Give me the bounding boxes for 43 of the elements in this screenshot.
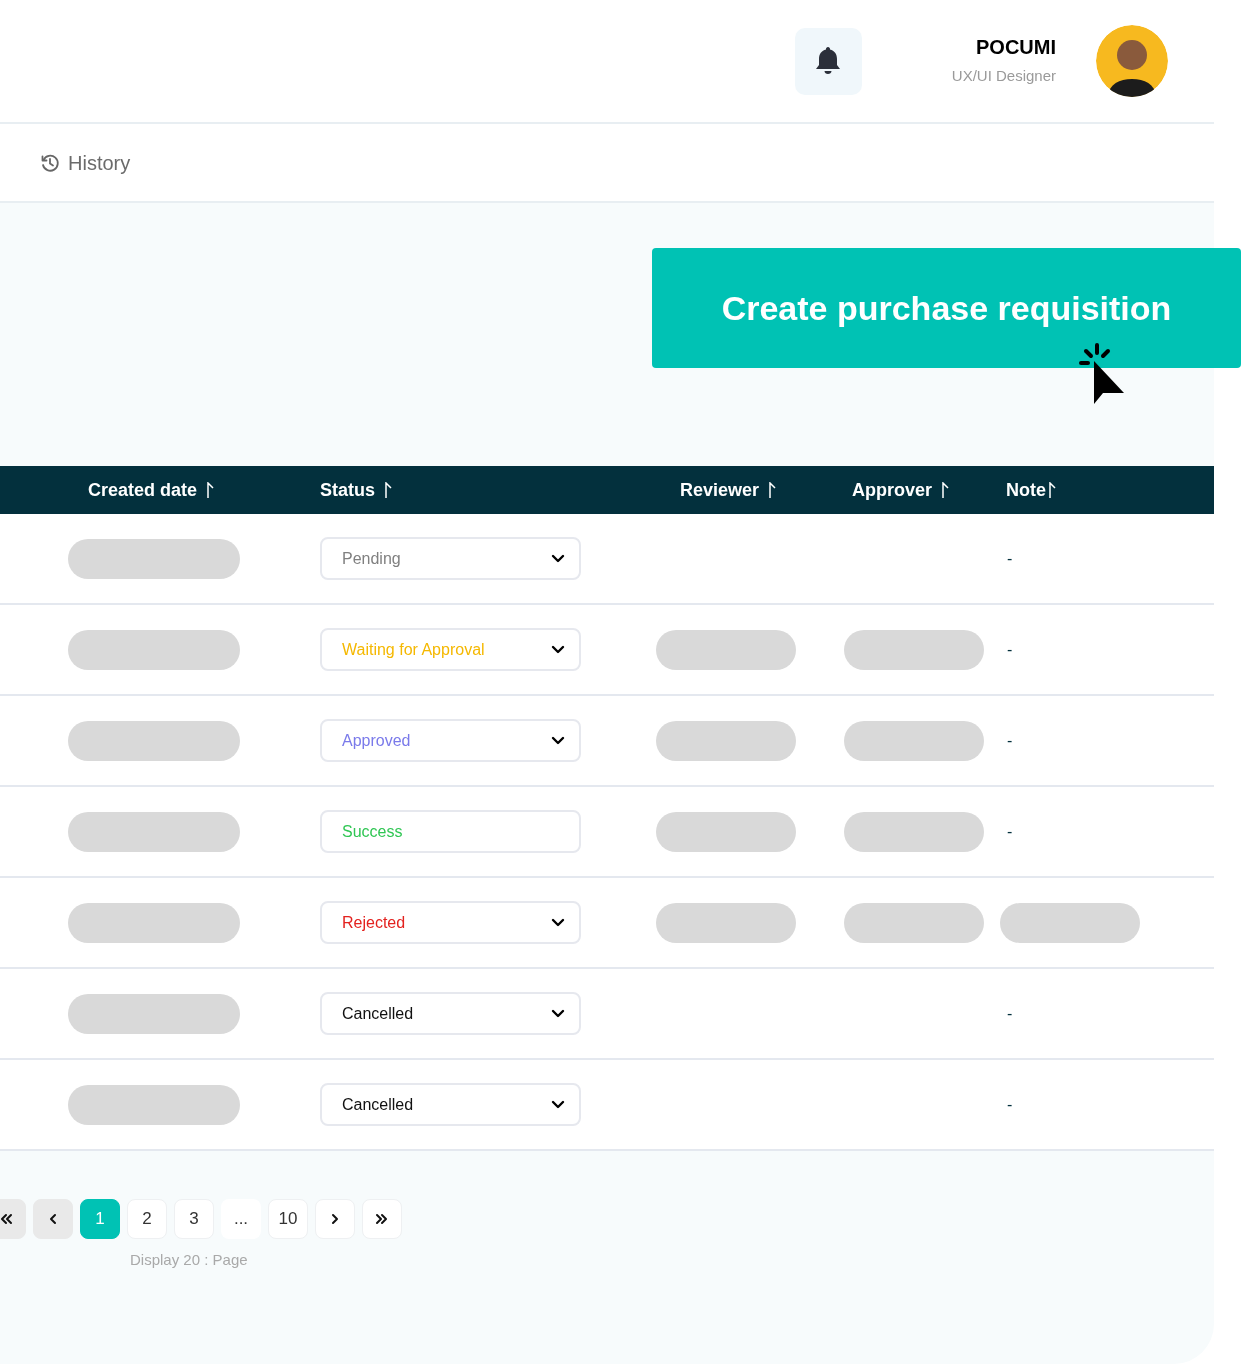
- chevron-left-icon: [0, 1211, 14, 1227]
- breadcrumb-label: History: [68, 150, 131, 176]
- sort-icon[interactable]: [941, 482, 949, 498]
- chevron-down-icon: [551, 554, 565, 563]
- note-text: -: [1007, 730, 1013, 751]
- note-text: -: [1007, 1003, 1013, 1024]
- status-dropdown[interactable]: Cancelled: [320, 1083, 581, 1126]
- last-page-button[interactable]: [362, 1199, 402, 1239]
- sort-icon[interactable]: [1048, 482, 1056, 498]
- user-role: UX/UI Designer: [951, 65, 1056, 86]
- column-header[interactable]: Status: [320, 476, 375, 504]
- page-button[interactable]: 3: [174, 1199, 214, 1239]
- page-size-label: Display 20 : Page: [130, 1250, 249, 1270]
- sort-icon[interactable]: [768, 482, 777, 498]
- status-dropdown[interactable]: Approved: [320, 719, 581, 762]
- note-text: -: [1007, 821, 1013, 842]
- chevron-down-icon: [551, 736, 565, 745]
- user-name: POCUMI: [976, 34, 1056, 59]
- chevron-right-icon: [374, 1211, 390, 1227]
- status-dropdown[interactable]: Rejected: [320, 901, 581, 944]
- page-button[interactable]: 2: [127, 1199, 167, 1239]
- notification-button[interactable]: [794, 27, 862, 95]
- chevron-down-icon: [551, 645, 565, 654]
- chevron-down-icon: [551, 918, 565, 927]
- note-text: -: [1007, 548, 1013, 569]
- column-header[interactable]: Approver: [852, 476, 932, 504]
- column-header[interactable]: Note: [1006, 476, 1046, 504]
- pagination-ellipsis: ...: [221, 1199, 261, 1239]
- chevron-down-icon: [551, 1100, 565, 1109]
- column-header[interactable]: Reviewer: [680, 476, 760, 504]
- column-header[interactable]: Created date: [88, 476, 198, 504]
- sort-icon[interactable]: [384, 482, 392, 498]
- page-button[interactable]: 10: [268, 1199, 308, 1239]
- status-dropdown[interactable]: Pending: [320, 537, 581, 580]
- chevron-down-icon: [551, 1009, 565, 1018]
- note-text: -: [1007, 1094, 1013, 1115]
- sort-icon[interactable]: [206, 482, 215, 498]
- cursor-icon: [1078, 342, 1126, 406]
- status-dropdown[interactable]: Cancelled: [320, 992, 581, 1035]
- bell-icon: [814, 46, 843, 76]
- history-icon: [40, 152, 60, 173]
- note-text: -: [1007, 639, 1013, 660]
- avatar[interactable]: [1096, 25, 1168, 97]
